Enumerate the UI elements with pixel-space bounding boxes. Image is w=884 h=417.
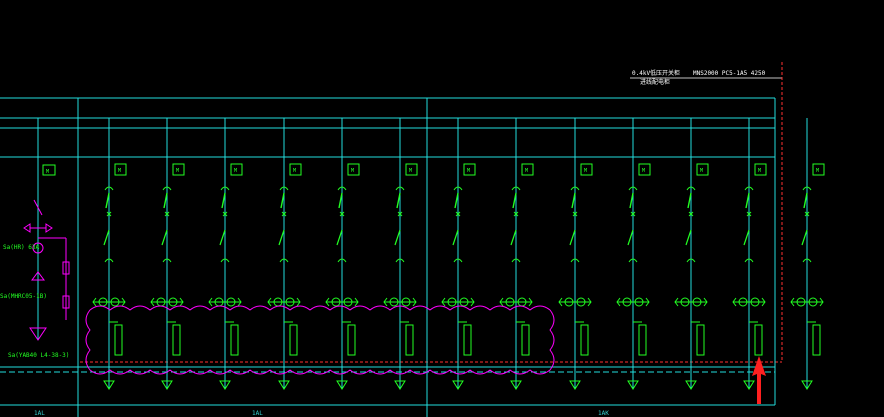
feeder-tag: M xyxy=(118,168,121,174)
feeder-column: M xyxy=(499,118,534,390)
busbar-frame xyxy=(0,97,776,417)
arrow-up-icon xyxy=(752,356,766,404)
feeder-column: M xyxy=(92,118,127,390)
feeder-columns: MMMMMMMMMMMMM xyxy=(92,118,825,390)
revision-cloud xyxy=(85,305,555,375)
feeder-tag: M xyxy=(525,168,528,174)
feeder-tag: M xyxy=(700,168,703,174)
feeder-tag: M xyxy=(816,168,819,174)
title-block: 0.4kV低压开关柜 进线配电柜 MNS2000 PC5-1A5 4250 xyxy=(630,69,782,86)
feeder-column: M xyxy=(616,118,651,390)
bottom-labels: 1AL 1AL 1AK xyxy=(34,410,609,417)
bottom-label-3: 1AK xyxy=(598,410,609,417)
feeder-column: M xyxy=(208,118,243,390)
feeder-column: M xyxy=(732,118,767,390)
feeder-tag: M xyxy=(467,168,470,174)
feeder-column: M xyxy=(674,118,709,390)
incoming-section: M Sa(HR) 63A Sa(MHRC05-1B) Sa(YAB40 L4-3… xyxy=(0,118,70,359)
bottom-label-1: 1AL xyxy=(34,410,45,417)
feeder-column: M xyxy=(150,118,185,390)
cad-drawing-canvas[interactable]: 0.4kV低压开关柜 进线配电柜 MNS2000 PC5-1A5 4250 M xyxy=(0,0,884,417)
incoming-label-1: Sa(HR) 63A xyxy=(3,244,40,251)
feeder-tag: M xyxy=(758,168,761,174)
feeder-tag: M xyxy=(642,168,645,174)
feeder-tag: M xyxy=(293,168,296,174)
feeder-column: M xyxy=(558,118,593,390)
feeder-column: M xyxy=(441,118,476,390)
red-dashed-border xyxy=(80,62,783,363)
feeder-column: M xyxy=(790,118,825,390)
header-text-2: 进线配电柜 xyxy=(640,78,670,86)
feeder-tag: M xyxy=(584,168,587,174)
incoming-label-2: Sa(MHRC05-1B) xyxy=(0,293,47,300)
incoming-label-3: Sa(YAB40 L4-38-3) xyxy=(8,352,69,359)
feeder-tag: M xyxy=(176,168,179,174)
feeder-column: M xyxy=(267,118,302,390)
feeder-tag: M xyxy=(234,168,237,174)
header-text-3: MNS2000 PC5-1A5 4250 xyxy=(693,70,766,77)
feeder-column: M xyxy=(325,118,360,390)
bottom-label-2: 1AL xyxy=(252,410,263,417)
feeder-tag: M xyxy=(409,168,412,174)
header-text-1: 0.4kV低压开关柜 xyxy=(632,69,680,77)
feeder-tag: M xyxy=(351,168,354,174)
feeder-column: M xyxy=(383,118,418,390)
svg-text:M: M xyxy=(46,169,49,175)
